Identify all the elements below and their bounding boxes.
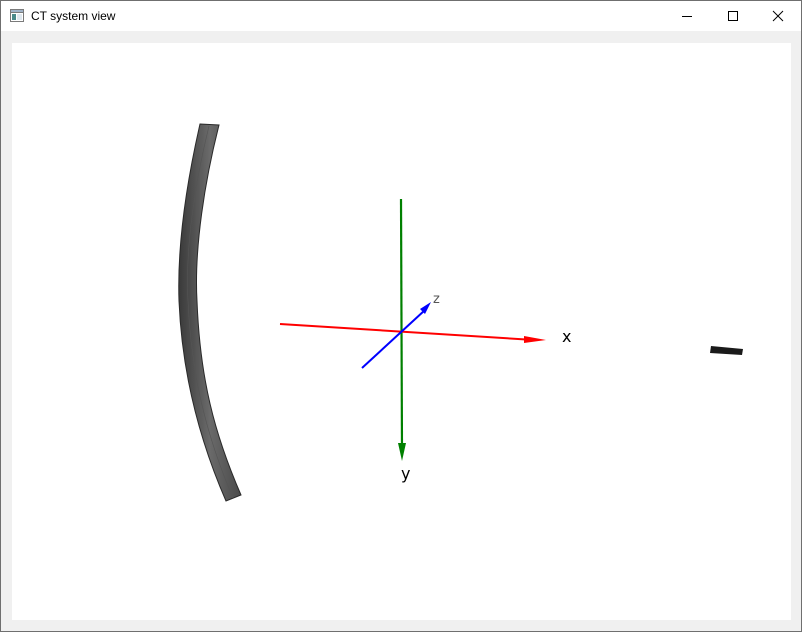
minimize-icon	[682, 16, 692, 17]
x-axis-label: x	[562, 327, 571, 346]
close-icon	[772, 10, 784, 22]
title-bar[interactable]: CT system view	[1, 1, 801, 31]
z-axis-line	[361, 309, 426, 369]
close-button[interactable]	[755, 1, 801, 31]
y-axis-arrow	[398, 443, 406, 461]
minimize-button[interactable]	[664, 1, 710, 31]
ct-scene: x y z	[178, 123, 743, 502]
x-axis-arrow	[524, 336, 546, 343]
y-axis-label: y	[401, 464, 410, 483]
xray-source	[710, 346, 743, 355]
app-window-icon	[10, 9, 24, 22]
maximize-icon	[728, 11, 738, 21]
detector-array	[178, 123, 242, 502]
window-title: CT system view	[31, 9, 116, 23]
3d-viewport[interactable]: x y z	[12, 43, 791, 620]
maximize-button[interactable]	[710, 1, 756, 31]
y-axis-line	[399, 198, 404, 452]
app-window: CT system view x y z	[0, 0, 802, 632]
z-axis-label: z	[433, 292, 440, 307]
